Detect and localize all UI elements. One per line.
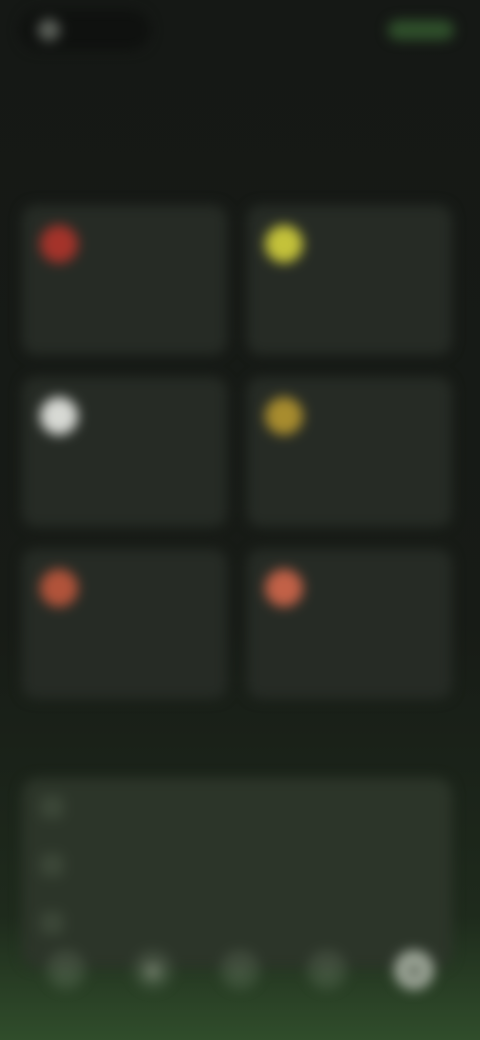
tile-2[interactable] [247,205,452,355]
tile-6[interactable] [247,549,452,699]
tile-5[interactable] [22,549,227,699]
circle-icon [40,569,78,607]
status-badge[interactable] [388,20,454,40]
list-icon: • [40,853,64,877]
circle-icon [265,397,303,435]
bell-icon[interactable]: ♪ [307,950,348,990]
search-icon[interactable]: ⌕ [219,950,260,990]
tile-4[interactable] [247,377,452,527]
top-bar: ‹ [16,8,464,52]
circle-icon [40,225,78,263]
bottom-nav: ⌂ ▦ ⌕ ♪ ● [0,940,480,1000]
circle-icon [265,225,303,263]
profile-icon[interactable]: ● [394,950,435,990]
circle-icon [40,397,78,435]
tile-grid [22,205,452,699]
list-item[interactable]: • [22,836,452,894]
tile-3[interactable] [22,377,227,527]
list-icon: • [40,911,64,935]
back-button[interactable]: ‹ [20,10,150,50]
list-icon: • [40,795,64,819]
circle-icon [265,569,303,607]
home-icon[interactable]: ⌂ [45,950,86,990]
back-arrow-icon: ‹ [38,19,60,41]
app-screen: ‹ • • • ⌂ ▦ ⌕ ♪ ● [0,0,480,1040]
list-item[interactable]: • [22,778,452,836]
grid-icon[interactable]: ▦ [132,950,173,990]
tile-1[interactable] [22,205,227,355]
